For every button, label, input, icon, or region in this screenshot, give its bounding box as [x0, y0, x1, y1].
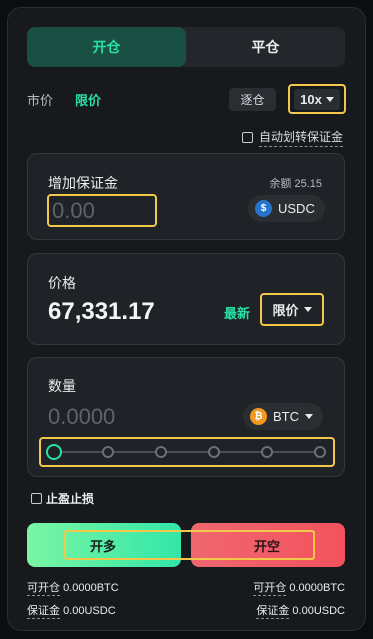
slider-step-60[interactable] [208, 446, 220, 458]
open-long-button[interactable]: 开多 [27, 523, 181, 567]
long-margin-label: 保证金 [27, 605, 60, 619]
short-margin-label: 保证金 [256, 605, 290, 619]
open-long-label: 开多 [90, 539, 117, 554]
short-margin-value: 0.00USDC [292, 605, 345, 617]
long-margin-value: 0.00USDC [63, 605, 116, 617]
quantity-input[interactable]: 0.0000 [48, 404, 115, 430]
quantity-slider[interactable] [39, 437, 335, 467]
quantity-currency: BTC [273, 409, 299, 424]
latest-price-button[interactable]: 最新 [224, 303, 250, 322]
price-type-value: 限价 [272, 303, 299, 318]
auto-transfer-label: 自动划转保证金 [259, 128, 344, 147]
quantity-currency-select[interactable]: ₿ BTC [243, 403, 323, 430]
slider-step-40[interactable] [155, 446, 167, 458]
usdc-icon: $ [255, 200, 272, 217]
chevron-down-icon [303, 307, 312, 312]
slider-step-20[interactable] [102, 446, 114, 458]
open-short-label: 开空 [254, 539, 281, 554]
open-short-button[interactable]: 开空 [191, 523, 345, 567]
slider-step-80[interactable] [261, 446, 273, 458]
slider-handle[interactable] [46, 444, 62, 460]
btc-icon: ₿ [250, 408, 267, 425]
tp-sl-label: 止盈止损 [46, 492, 95, 506]
quantity-card: 数量 0.0000 ₿ BTC [27, 357, 345, 477]
margin-card: 增加保证金 余额 25.15 0.00 $ USDC [27, 153, 345, 240]
long-margin: 保证金 0.00USDC [27, 602, 116, 619]
price-input[interactable]: 67,331.17 [48, 298, 155, 326]
leverage-value: 10x [300, 91, 322, 107]
long-available: 可开仓 0.0000BTC [27, 579, 119, 596]
margin-amount-input[interactable]: 0.00 [47, 194, 157, 227]
price-type-select[interactable]: 限价 [260, 293, 324, 326]
leverage-select[interactable]: 10x [288, 84, 346, 114]
auto-transfer-toggle[interactable]: 自动划转保证金 [242, 128, 344, 147]
margin-currency-pill: $ USDC [248, 195, 325, 222]
order-type-tabs: 市价 限价 [27, 90, 101, 109]
price-label: 价格 [48, 275, 76, 291]
short-available-label: 可开仓 [253, 582, 287, 596]
long-available-label: 可开仓 [27, 582, 60, 596]
short-margin: 保证金 0.00USDC [256, 602, 345, 619]
price-card: 价格 67,331.17 最新 限价 [27, 253, 345, 345]
tp-sl-toggle[interactable]: 止盈止损 [31, 490, 94, 507]
short-available-value: 0.0000BTC [289, 582, 345, 594]
slider-step-100[interactable] [314, 446, 326, 458]
balance-text: 余额 25.15 [269, 178, 322, 190]
long-available-value: 0.0000BTC [63, 582, 119, 594]
auto-transfer-checkbox[interactable] [242, 132, 253, 143]
tab-open[interactable]: 开仓 [27, 27, 186, 67]
position-tabs: 开仓 平仓 [27, 27, 345, 67]
tab-close[interactable]: 平仓 [186, 27, 345, 67]
chevron-down-icon [325, 96, 334, 102]
order-type-market[interactable]: 市价 [27, 90, 53, 109]
slider-track [55, 451, 319, 453]
margin-mode-button[interactable]: 逐仓 [229, 88, 276, 111]
order-type-limit[interactable]: 限价 [75, 90, 101, 109]
tp-sl-checkbox[interactable] [31, 493, 42, 504]
quantity-label: 数量 [48, 378, 76, 394]
short-available: 可开仓 0.0000BTC [253, 579, 345, 596]
margin-label: 增加保证金 [48, 175, 118, 191]
margin-currency: USDC [278, 201, 315, 216]
chevron-down-icon [305, 414, 313, 419]
